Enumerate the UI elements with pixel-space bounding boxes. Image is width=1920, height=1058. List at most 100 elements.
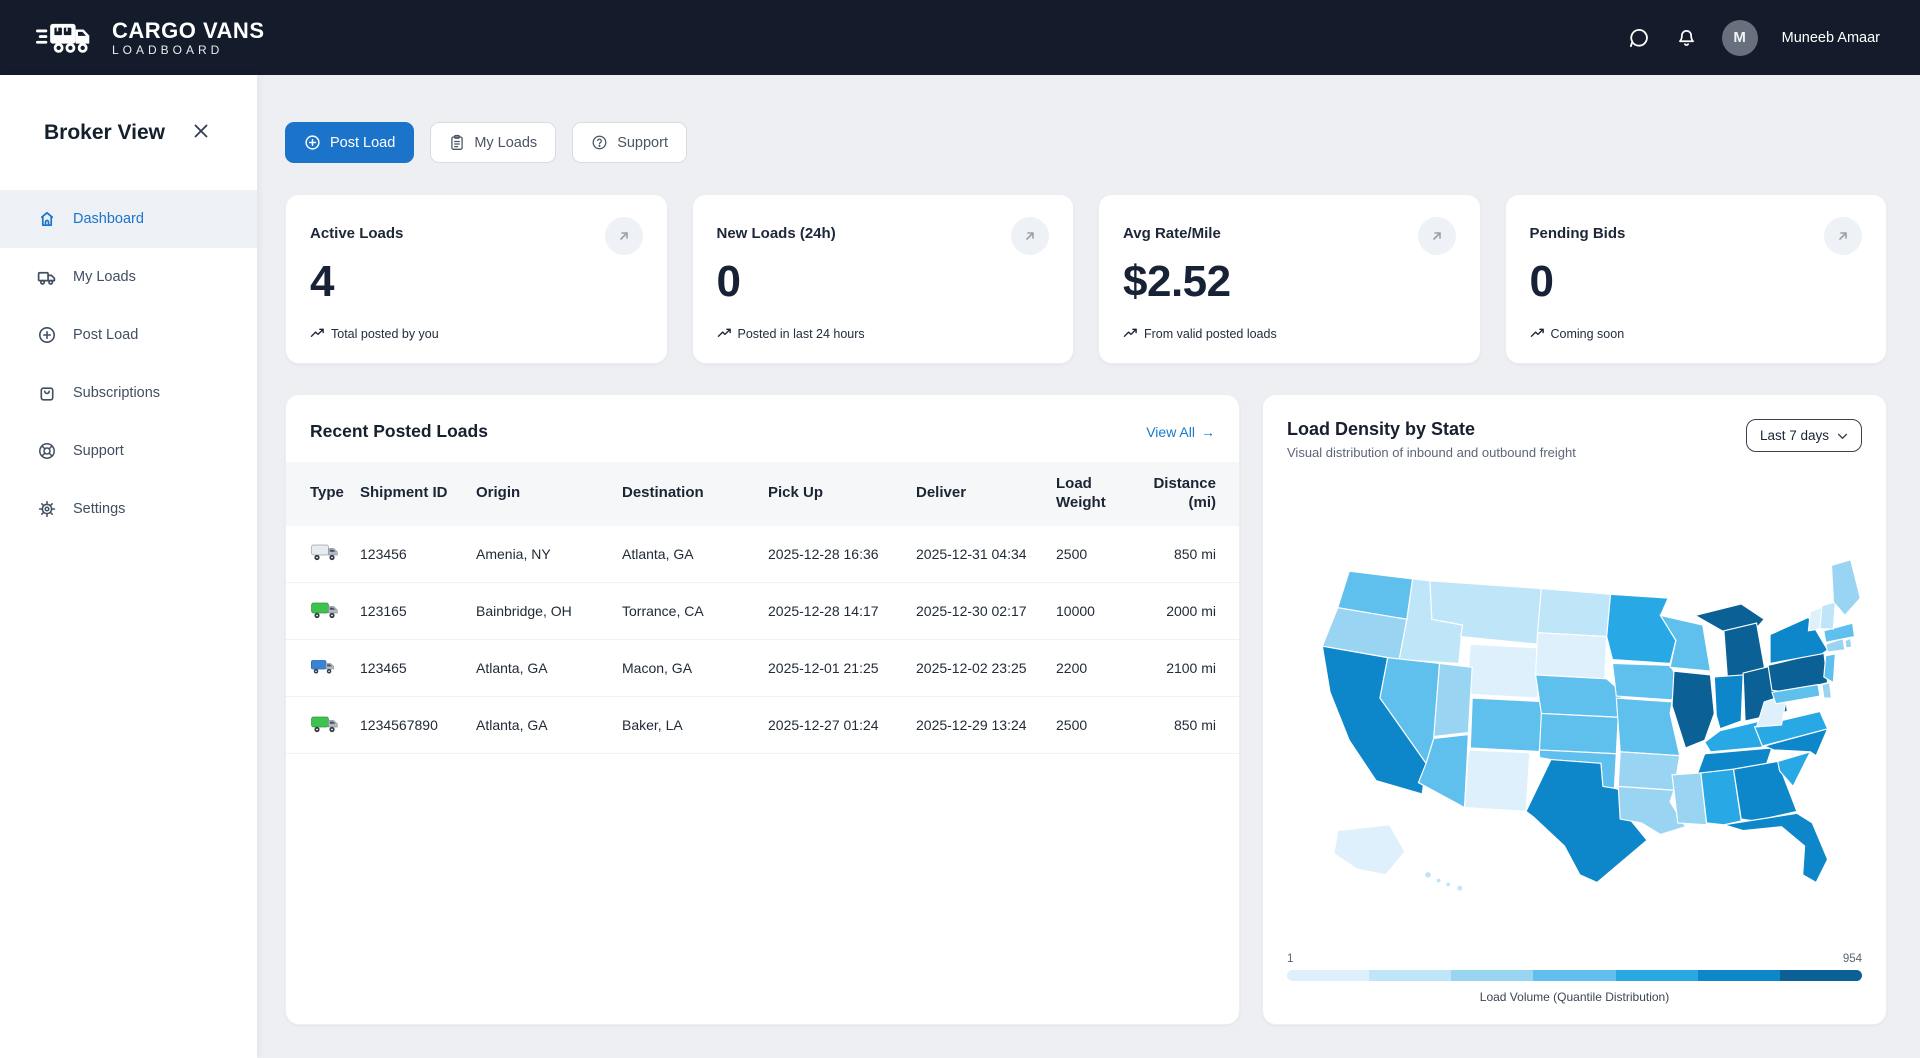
state-AR[interactable] [1617,750,1680,791]
cell-origin: Bainbridge, OH [468,582,614,640]
cell-load-weight: 10000 [1048,582,1140,640]
post-load-button[interactable]: Post Load [285,122,415,163]
cell-destination: Macon, GA [614,639,760,697]
stat-subtitle: Total posted by you [331,326,439,341]
plus-circle-icon [36,325,57,346]
loads-table: Type Shipment ID Origin Destination Pick… [286,462,1239,754]
us-choropleth-map [1263,466,1886,953]
state-NE[interactable] [1534,673,1623,718]
close-icon[interactable] [189,119,213,146]
state-CO[interactable] [1469,696,1550,752]
legend-color-step [1615,970,1698,981]
sidebar-item-support[interactable]: Support [0,422,257,480]
cell-origin: Atlanta, GA [468,639,614,697]
cell-pickup: 2025-12-01 21:25 [760,639,908,697]
state-IN[interactable] [1713,673,1744,730]
cell-pickup: 2025-12-28 16:36 [760,525,908,583]
toolbar: Post Load My Loads Support [285,122,1887,163]
cell-shipment-id: 1234567890 [352,696,468,754]
main-content: Post Load My Loads Support Active Loads … [257,75,1920,1058]
avatar[interactable]: M [1721,19,1758,56]
stat-subtitle: From valid posted loads [1144,326,1277,341]
table-row: 123165 Bainbridge, OH Torrance, CA 2025-… [286,582,1239,640]
stat-label: Avg Rate/Mile [1123,225,1221,242]
sidebar: Broker View Dashboard My Loads Post Load… [0,75,257,1058]
help-circle-icon [591,134,608,151]
state-FL[interactable] [1723,812,1828,883]
arrow-right-icon: → [1201,423,1215,440]
date-range-selector[interactable]: Last 7 days [1745,419,1862,452]
sidebar-item-post-load[interactable]: Post Load [0,306,257,364]
state-NJ[interactable] [1822,652,1836,684]
chevron-down-icon [1837,428,1848,443]
state-IA[interactable] [1611,662,1678,701]
state-MO[interactable] [1615,696,1680,756]
view-all-link[interactable]: View All → [1146,424,1215,440]
sidebar-item-subscriptions[interactable]: Subscriptions [0,364,257,422]
stat-card-new-loads: New Loads (24h) 0 Posted in last 24 hour… [691,194,1074,364]
table-row: 123465 Atlanta, GA Macon, GA 2025-12-01 … [286,639,1239,697]
cell-shipment-id: 123456 [352,525,468,583]
sidebar-item-my-loads[interactable]: My Loads [0,248,257,306]
state-HI[interactable] [1444,880,1451,887]
state-ME[interactable] [1830,558,1861,616]
table-row: 123456 Amenia, NY Atlanta, GA 2025-12-28… [286,525,1239,583]
user-name: Muneeb Amaar [1781,29,1880,46]
state-UT[interactable] [1432,662,1473,737]
sidebar-item-label: Subscriptions [73,385,161,401]
col-pickup: Pick Up [760,462,908,526]
state-AK[interactable] [1332,823,1406,875]
notifications-bell-icon[interactable] [1674,25,1700,51]
arrow-up-right-icon[interactable] [1824,217,1862,255]
arrow-up-right-icon[interactable] [1011,217,1049,255]
chat-icon[interactable] [1626,25,1652,51]
truck-type-icon [310,600,340,620]
table-header-row: Type Shipment ID Origin Destination Pick… [286,462,1239,526]
stat-value: $2.52 [1123,257,1231,306]
state-WY[interactable] [1465,643,1542,699]
state-SD[interactable] [1534,631,1607,679]
my-loads-button[interactable]: My Loads [430,122,557,163]
col-origin: Origin [468,462,614,526]
arrow-up-right-icon[interactable] [604,217,643,255]
plus-circle-icon [304,134,321,151]
home-icon [36,209,57,230]
state-NH[interactable] [1818,600,1836,629]
state-IL[interactable] [1670,669,1715,749]
sidebar-item-dashboard[interactable]: Dashboard [0,190,257,248]
state-KS[interactable] [1538,712,1619,754]
sidebar-item-settings[interactable]: Settings [0,480,257,538]
state-MN[interactable] [1605,593,1676,664]
support-button[interactable]: Support [572,122,687,163]
stat-label: Active Loads [310,225,404,242]
stat-value: 0 [1529,257,1554,306]
map-title: Load Density by State [1287,419,1476,439]
truck-type-icon [310,542,340,562]
trending-up-icon [717,326,732,341]
stat-card-pending-bids: Pending Bids 0 Coming soon [1504,194,1887,364]
table-row: 1234567890 Atlanta, GA Baker, LA 2025-12… [286,696,1239,754]
truck-type-icon [310,714,340,734]
legend-color-step [1369,970,1452,981]
sidebar-title: Broker View [44,120,166,144]
sidebar-item-label: My Loads [73,269,136,285]
truck-icon [36,267,57,288]
map-legend: 1 954 Load Volume (Quantile Distribution… [1263,953,1886,1024]
state-HI[interactable] [1435,876,1442,884]
cell-shipment-id: 123165 [352,582,468,640]
lifebuoy-icon [36,441,57,462]
state-DE[interactable] [1820,681,1832,699]
state-HI[interactable] [1423,870,1432,879]
col-destination: Destination [614,462,760,526]
cell-destination: Baker, LA [614,696,760,754]
stat-value: 0 [716,257,741,306]
state-ND[interactable] [1536,587,1611,637]
legend-color-step [1779,970,1862,981]
state-HI[interactable] [1455,884,1463,892]
arrow-up-right-icon[interactable] [1417,217,1456,255]
brand-subtitle: LOADBOARD [112,42,224,57]
trending-up-icon [1530,326,1545,341]
map-subtitle: Visual distribution of inbound and outbo… [1287,445,1576,460]
state-NM[interactable] [1463,748,1530,812]
state-RI[interactable] [1843,637,1852,649]
